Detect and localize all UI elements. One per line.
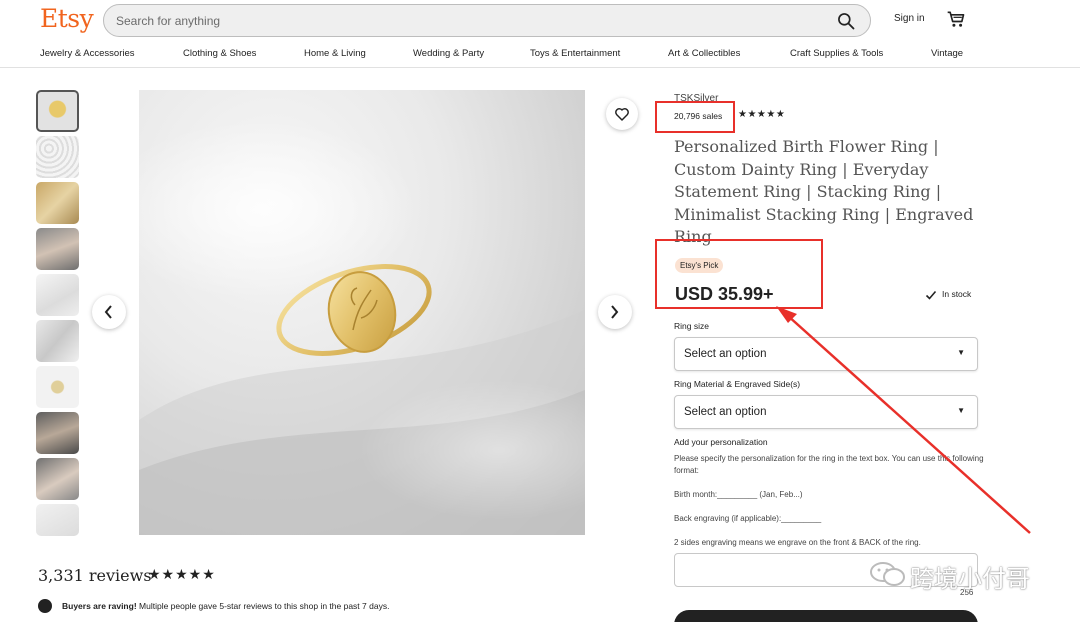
watermark-text: 跨境小付哥 — [910, 565, 1030, 593]
wechat-icon — [870, 562, 905, 586]
annotation-arrow — [776, 306, 1031, 534]
